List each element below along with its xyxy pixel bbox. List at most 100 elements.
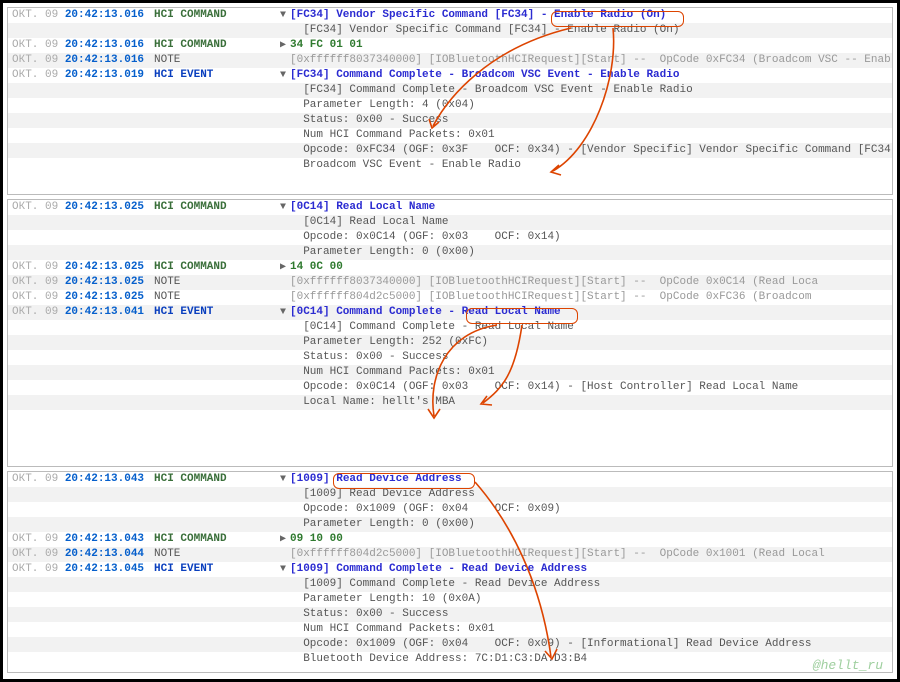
log-row[interactable]: [FC34] Vendor Specific Command [FC34] - … <box>8 23 892 38</box>
event-kind-cell: NOTE <box>154 290 276 305</box>
log-body-cell: Parameter Length: 0 (0x00) <box>290 517 892 532</box>
log-row[interactable]: Opcode: 0x0C14 (OGF: 0x03 OCF: 0x14) - [… <box>8 380 892 395</box>
timestamp-cell: ОКТ. 09 20:42:13.043 <box>8 472 154 487</box>
log-row[interactable]: ОКТ. 09 20:42:13.025NOTE[0xffffff8037340… <box>8 275 892 290</box>
log-body-cell: Opcode: 0x1009 (OGF: 0x04 OCF: 0x09) <box>290 502 892 517</box>
log-body-cell: [0xffffff8037340000] [IOBluetoothHCIRequ… <box>290 275 892 290</box>
log-row[interactable]: [0C14] Command Complete - Read Local Nam… <box>8 320 892 335</box>
timestamp-cell: ОКТ. 09 20:42:13.043 <box>8 532 154 547</box>
log-body-cell: [1009] Command Complete - Read Device Ad… <box>290 562 892 577</box>
log-body-cell: [FC34] Vendor Specific Command [FC34] - … <box>290 8 892 23</box>
log-body-cell: Num HCI Command Packets: 0x01 <box>290 622 892 637</box>
event-kind-cell: HCI COMMAND <box>154 38 276 53</box>
log-body-cell: [0xffffff8037340000] [IOBluetoothHCIRequ… <box>290 53 892 68</box>
log-body-cell: Parameter Length: 0 (0x00) <box>290 245 892 260</box>
log-body-cell: Opcode: 0x1009 (OGF: 0x04 OCF: 0x09) - [… <box>290 637 892 652</box>
log-row[interactable]: Opcode: 0x0C14 (OGF: 0x03 OCF: 0x14) <box>8 230 892 245</box>
log-row[interactable]: Bluetooth Device Address: 7C:D1:C3:DA:D3… <box>8 652 892 667</box>
log-row[interactable]: ОКТ. 09 20:42:13.041HCI EVENT▼[0C14] Com… <box>8 305 892 320</box>
log-body-cell: 34 FC 01 01 <box>290 38 892 53</box>
log-body-cell: Bluetooth Device Address: 7C:D1:C3:DA:D3… <box>290 652 892 667</box>
log-row[interactable]: [0C14] Read Local Name <box>8 215 892 230</box>
log-body-cell: [1009] Read Device Address <box>290 487 892 502</box>
log-body-cell: [0xffffff804d2c5000] [IOBluetoothHCIRequ… <box>290 290 892 305</box>
log-row[interactable]: ОКТ. 09 20:42:13.016HCI COMMAND▼[FC34] V… <box>8 8 892 23</box>
event-kind-cell: NOTE <box>154 547 276 562</box>
disclosure-right-icon[interactable]: ▶ <box>276 260 290 275</box>
log-row[interactable]: Opcode: 0xFC34 (OGF: 0x3F OCF: 0x34) - [… <box>8 143 892 158</box>
packet-panel-1: ОКТ. 09 20:42:13.016HCI COMMAND▼[FC34] V… <box>7 7 893 195</box>
log-row[interactable]: Status: 0x00 - Success <box>8 350 892 365</box>
disclosure-down-icon[interactable]: ▼ <box>276 305 290 320</box>
disclosure-down-icon[interactable]: ▼ <box>276 200 290 215</box>
log-body-cell: Num HCI Command Packets: 0x01 <box>290 128 892 143</box>
log-row[interactable]: ОКТ. 09 20:42:13.025NOTE[0xffffff804d2c5… <box>8 290 892 305</box>
packet-log-frame: ОКТ. 09 20:42:13.016HCI COMMAND▼[FC34] V… <box>0 0 900 682</box>
disclosure-down-icon[interactable]: ▼ <box>276 8 290 23</box>
log-row[interactable]: Parameter Length: 10 (0x0A) <box>8 592 892 607</box>
log-row[interactable]: Status: 0x00 - Success <box>8 607 892 622</box>
packet-panel-2: ОКТ. 09 20:42:13.025HCI COMMAND▼[0C14] R… <box>7 199 893 467</box>
log-body-cell: [FC34] Command Complete - Broadcom VSC E… <box>290 68 892 83</box>
log-row[interactable]: ОКТ. 09 20:42:13.025HCI COMMAND▶14 0C 00 <box>8 260 892 275</box>
log-row[interactable]: Parameter Length: 0 (0x00) <box>8 517 892 532</box>
packet-panel-3: ОКТ. 09 20:42:13.043HCI COMMAND▼[1009] R… <box>7 471 893 673</box>
log-body-cell: Parameter Length: 10 (0x0A) <box>290 592 892 607</box>
event-kind-cell: HCI EVENT <box>154 562 276 577</box>
log-row[interactable]: Local Name: hellt's MBA <box>8 395 892 410</box>
disclosure-right-icon[interactable]: ▶ <box>276 532 290 547</box>
log-row[interactable]: ОКТ. 09 20:42:13.043HCI COMMAND▼[1009] R… <box>8 472 892 487</box>
log-body-cell: 14 0C 00 <box>290 260 892 275</box>
log-body-cell: Status: 0x00 - Success <box>290 113 892 128</box>
timestamp-cell: ОКТ. 09 20:42:13.025 <box>8 260 154 275</box>
log-body-cell: Local Name: hellt's MBA <box>290 395 892 410</box>
log-body-cell: [FC34] Vendor Specific Command [FC34] - … <box>290 23 892 38</box>
disclosure-down-icon[interactable]: ▼ <box>276 68 290 83</box>
log-row[interactable]: Broadcom VSC Event - Enable Radio <box>8 158 892 173</box>
log-body-cell: Parameter Length: 252 (0xFC) <box>290 335 892 350</box>
log-row[interactable]: ОКТ. 09 20:42:13.019HCI EVENT▼[FC34] Com… <box>8 68 892 83</box>
timestamp-cell: ОКТ. 09 20:42:13.019 <box>8 68 154 83</box>
log-body-cell: [0xffffff804d2c5000] [IOBluetoothHCIRequ… <box>290 547 892 562</box>
log-row[interactable]: ОКТ. 09 20:42:13.044NOTE [0xffffff804d2c5… <box>8 547 892 562</box>
log-row[interactable]: Parameter Length: 0 (0x00) <box>8 245 892 260</box>
log-row[interactable]: [FC34] Command Complete - Broadcom VSC E… <box>8 83 892 98</box>
log-body-cell: Opcode: 0x0C14 (OGF: 0x03 OCF: 0x14) <box>290 230 892 245</box>
log-body-cell: Broadcom VSC Event - Enable Radio <box>290 158 892 173</box>
log-row[interactable]: Status: 0x00 - Success <box>8 113 892 128</box>
disclosure-down-icon[interactable]: ▼ <box>276 562 290 577</box>
log-body-cell: [0C14] Read Local Name <box>290 215 892 230</box>
timestamp-cell: ОКТ. 09 20:42:13.016 <box>8 8 154 23</box>
log-row[interactable]: Opcode: 0x1009 (OGF: 0x04 OCF: 0x09) - [… <box>8 637 892 652</box>
log-body-cell: Parameter Length: 4 (0x04) <box>290 98 892 113</box>
log-body-cell: [0C14] Read Local Name <box>290 200 892 215</box>
log-row[interactable]: ОКТ. 09 20:42:13.043HCI COMMAND▶09 10 00 <box>8 532 892 547</box>
log-row[interactable]: Num HCI Command Packets: 0x01 <box>8 128 892 143</box>
timestamp-cell: ОКТ. 09 20:42:13.025 <box>8 275 154 290</box>
log-row[interactable]: Num HCI Command Packets: 0x01 <box>8 622 892 637</box>
disclosure-right-icon[interactable]: ▶ <box>276 38 290 53</box>
timestamp-cell: ОКТ. 09 20:42:13.041 <box>8 305 154 320</box>
log-row[interactable]: ОКТ. 09 20:42:13.025HCI COMMAND▼[0C14] R… <box>8 200 892 215</box>
log-row[interactable]: [1009] Read Device Address <box>8 487 892 502</box>
log-body-cell: 09 10 00 <box>290 532 892 547</box>
log-body-cell: Opcode: 0x0C14 (OGF: 0x03 OCF: 0x14) - [… <box>290 380 892 395</box>
timestamp-cell: ОКТ. 09 20:42:13.016 <box>8 38 154 53</box>
event-kind-cell: HCI COMMAND <box>154 532 276 547</box>
log-row[interactable]: Num HCI Command Packets: 0x01 <box>8 365 892 380</box>
log-row[interactable]: ОКТ. 09 20:42:13.016HCI COMMAND▶34 FC 01… <box>8 38 892 53</box>
log-body-cell: Status: 0x00 - Success <box>290 350 892 365</box>
log-body-cell: [0C14] Command Complete - Read Local Nam… <box>290 305 892 320</box>
event-kind-cell: HCI COMMAND <box>154 472 276 487</box>
disclosure-down-icon[interactable]: ▼ <box>276 472 290 487</box>
log-body-cell: Status: 0x00 - Success <box>290 607 892 622</box>
timestamp-cell: ОКТ. 09 20:42:13.044 <box>8 547 154 562</box>
log-row[interactable]: [1009] Command Complete - Read Device Ad… <box>8 577 892 592</box>
log-row[interactable]: Opcode: 0x1009 (OGF: 0x04 OCF: 0x09) <box>8 502 892 517</box>
event-kind-cell: HCI COMMAND <box>154 200 276 215</box>
log-row[interactable]: ОКТ. 09 20:42:13.016NOTE[0xffffff8037340… <box>8 53 892 68</box>
timestamp-cell: ОКТ. 09 20:42:13.025 <box>8 200 154 215</box>
log-row[interactable]: Parameter Length: 252 (0xFC) <box>8 335 892 350</box>
log-row[interactable]: ОКТ. 09 20:42:13.045HCI EVENT▼[1009] Com… <box>8 562 892 577</box>
log-row[interactable]: Parameter Length: 4 (0x04) <box>8 98 892 113</box>
